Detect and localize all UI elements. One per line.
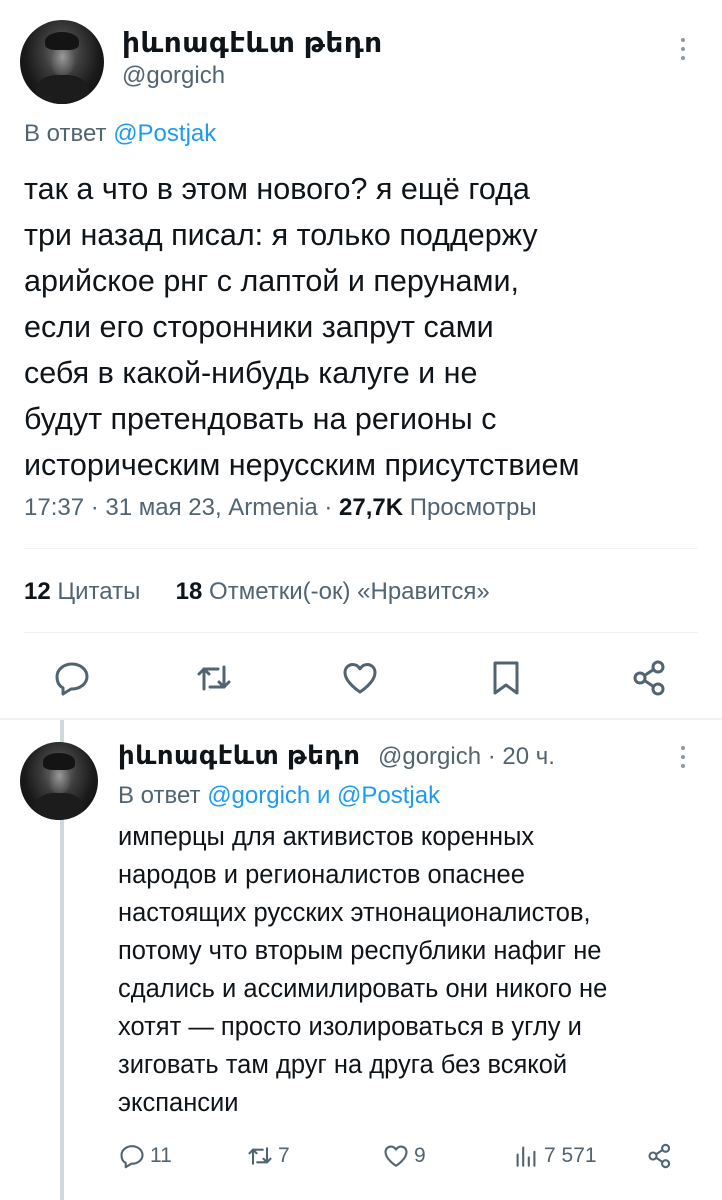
mention-link[interactable]: @Postjak xyxy=(337,782,440,809)
reply-text-line: настоящих русских этнонационалистов, xyxy=(118,899,591,927)
quotes-count: 12 xyxy=(24,578,51,605)
reply-text-line: имперцы для активистов коренных xyxy=(118,823,535,851)
reply-retweet-button[interactable]: 7 xyxy=(246,1140,290,1172)
reply-handle-time[interactable]: @gorgich · 20 ч. xyxy=(378,743,555,771)
reply-share-button[interactable] xyxy=(646,1140,678,1172)
reply-more-options-icon[interactable] xyxy=(680,746,686,773)
like-count: 9 xyxy=(414,1144,426,1167)
reply-text-line: хотят — просто изолироваться в углу и xyxy=(118,1013,582,1041)
divider xyxy=(24,632,698,633)
mention-link[interactable]: @gorgich xyxy=(207,782,310,809)
tweet-meta: 17:37 · 31 мая 23, Armenia · 27,7K Просм… xyxy=(24,494,537,522)
tweet-text-line: будут претендовать на регионы с xyxy=(24,402,497,436)
reply-views-button[interactable]: 7 571 xyxy=(512,1140,597,1172)
tweet-text-line: себя в какой-нибудь калуге и не xyxy=(24,356,478,390)
reply-count: 11 xyxy=(150,1144,172,1167)
tweet-text: так а что в этом нового? я ещё года три … xyxy=(24,166,704,488)
bookmark-icon[interactable] xyxy=(486,658,526,698)
share-icon xyxy=(648,1143,671,1169)
avatar-body-shape xyxy=(35,75,89,104)
reply-to-and: и xyxy=(316,782,331,809)
reply-to-prefix: В ответ xyxy=(24,120,107,147)
reply-text-line: народов и регионалистов опаснее xyxy=(118,861,525,889)
views-icon xyxy=(516,1146,536,1167)
reply-icon[interactable] xyxy=(52,658,92,698)
tweet-text-line: арийское рнг с лаптой и перунами, xyxy=(24,264,519,298)
retweet-icon xyxy=(248,1147,272,1165)
views-label: Просмотры xyxy=(409,494,537,521)
reply-to-line: В ответ @Postjak xyxy=(24,120,216,148)
display-name[interactable]: իևոագէևտ թեդո xyxy=(122,26,383,59)
reply-text-line: зиговать там друг на друга без всякой xyxy=(118,1051,568,1079)
views-count: 27,7K xyxy=(339,494,404,521)
tweet-text-line: историческим нерусским присутствием xyxy=(24,448,580,482)
section-separator xyxy=(0,718,722,720)
likes-link[interactable]: 18 Отметки(-ок) «Нравится» xyxy=(176,578,490,605)
share-icon[interactable] xyxy=(630,658,670,698)
reply-icon xyxy=(120,1145,144,1169)
tweet-text-line: так а что в этом нового? я ещё года xyxy=(24,172,530,206)
tweet-text-line: если его сторонники запрут сами xyxy=(24,310,494,344)
reply-reply-button[interactable]: 11 xyxy=(118,1140,172,1172)
more-options-icon[interactable] xyxy=(680,38,686,65)
reply-avatar[interactable] xyxy=(20,742,98,820)
mention-link[interactable]: @Postjak xyxy=(113,120,216,147)
like-icon[interactable] xyxy=(340,658,380,698)
reply-to-line: В ответ @gorgich и @Postjak xyxy=(118,782,440,810)
reply-tweet-text: имперцы для активистов коренных народов … xyxy=(118,818,708,1122)
retweet-count: 7 xyxy=(278,1144,290,1167)
tweet-text-line: три назад писал: я только поддержу xyxy=(24,218,538,252)
avatar-hair-shape xyxy=(43,752,75,771)
avatar[interactable] xyxy=(20,20,104,104)
engagement-stats: 12 Цитаты 18 Отметки(-ок) «Нравится» xyxy=(24,578,490,606)
reply-text-line: экспансии xyxy=(118,1089,239,1117)
like-icon xyxy=(384,1145,408,1167)
likes-count: 18 xyxy=(175,578,203,605)
avatar-hair-shape xyxy=(45,31,79,51)
reply-text-line: сдались и ассимилировать они никого не xyxy=(118,975,608,1003)
reply-like-button[interactable]: 9 xyxy=(382,1140,426,1172)
likes-label: Отметки(-ок) «Нравится» xyxy=(209,578,490,605)
avatar-body-shape xyxy=(34,793,84,820)
divider xyxy=(24,548,698,549)
reply-to-prefix: В ответ xyxy=(118,782,201,809)
views-count: 7 571 xyxy=(544,1144,597,1167)
quotes-label: Цитаты xyxy=(57,578,141,605)
retweet-icon[interactable] xyxy=(194,658,234,698)
reply-text-line: потому что вторым республики нафиг не xyxy=(118,937,602,965)
user-handle[interactable]: @gorgich xyxy=(122,62,225,90)
quotes-link[interactable]: 12 Цитаты xyxy=(24,578,140,605)
timestamp[interactable]: 17:37 · 31 мая 23, Armenia · xyxy=(24,494,339,521)
reply-display-name[interactable]: իևոագէևտ թեդո xyxy=(118,740,360,771)
